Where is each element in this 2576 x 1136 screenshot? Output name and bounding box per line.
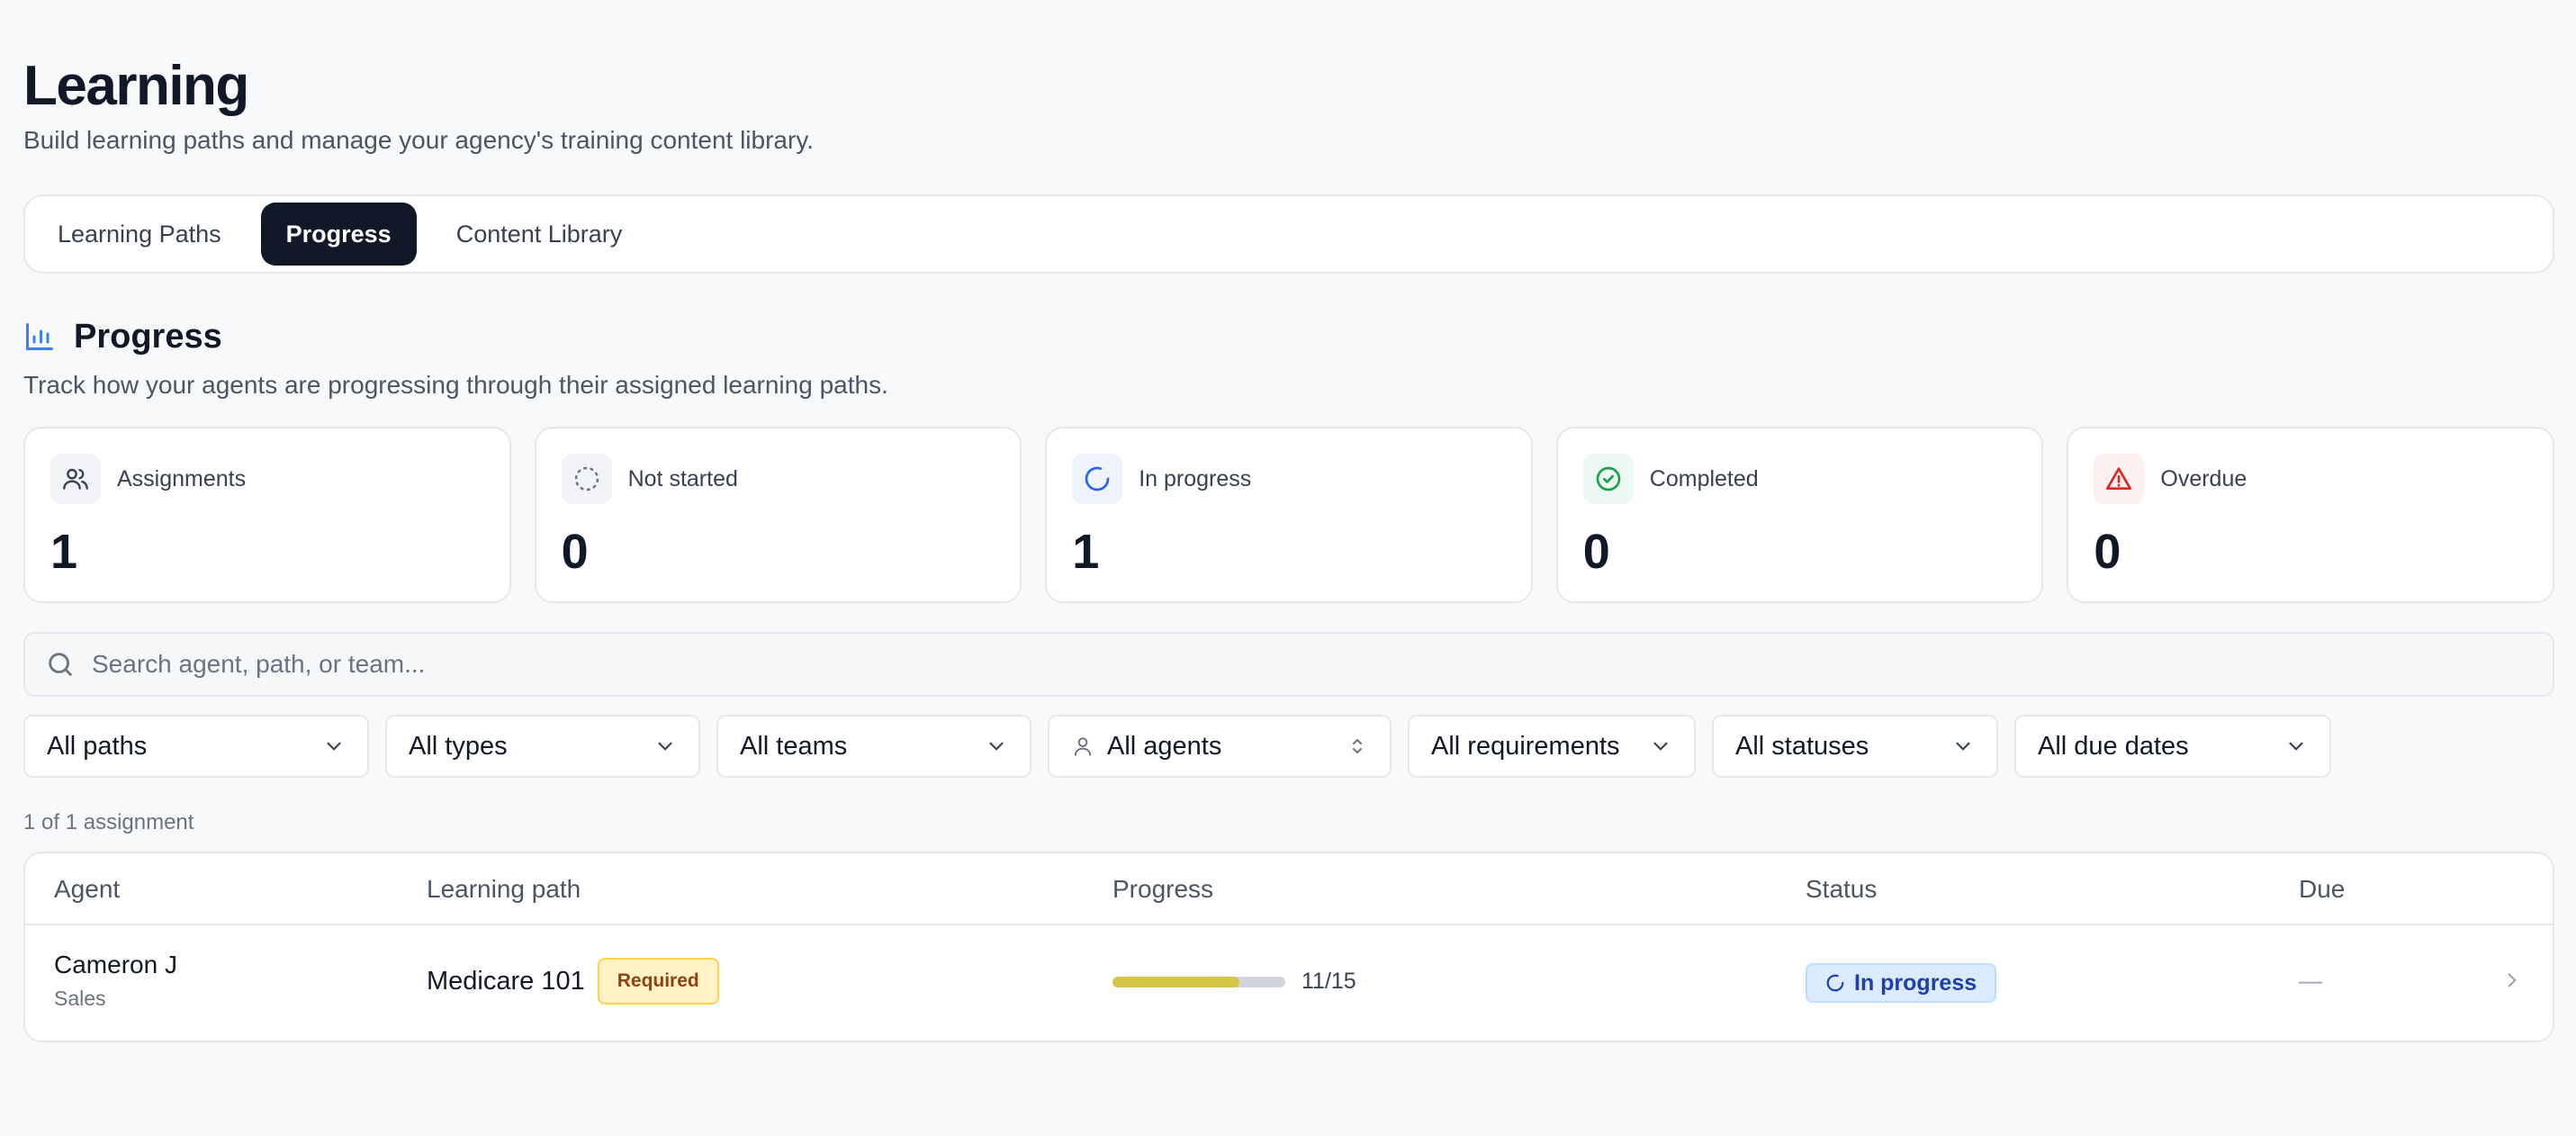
stat-card-overdue: Overdue 0 bbox=[2067, 427, 2554, 603]
page-subtitle: Build learning paths and manage your age… bbox=[23, 126, 815, 154]
chevron-down-icon bbox=[1649, 735, 1672, 758]
filter-due-dates-select[interactable]: All due dates bbox=[2014, 715, 2331, 778]
agent-team: Sales bbox=[54, 987, 106, 1010]
spinner-icon bbox=[1825, 973, 1845, 993]
stat-label: Not started bbox=[627, 465, 738, 491]
agent-name: Cameron J bbox=[54, 951, 177, 978]
stat-value: 0 bbox=[1582, 525, 1610, 579]
chevron-down-icon bbox=[2284, 735, 2308, 758]
learning-path-name: Medicare 101 bbox=[427, 966, 585, 996]
filter-teams-select[interactable]: All teams bbox=[716, 715, 1031, 778]
stats-row: Assignments 1 Not started 0 In progress … bbox=[23, 427, 2554, 603]
search-bar[interactable] bbox=[23, 632, 2554, 697]
filter-label: All statuses bbox=[1735, 731, 1869, 761]
agent-cell: Cameron J Sales bbox=[54, 951, 177, 1011]
filter-label: All teams bbox=[740, 731, 848, 761]
warning-triangle-icon bbox=[2094, 454, 2145, 504]
filter-agents-combobox[interactable]: All agents bbox=[1048, 715, 1392, 778]
tab-content-library[interactable]: Content Library bbox=[431, 203, 648, 266]
due-date: — bbox=[2299, 967, 2322, 994]
filter-label: All types bbox=[409, 731, 508, 761]
learning-path-cell: Medicare 101 Required bbox=[427, 958, 719, 1005]
section-header: Progress bbox=[23, 317, 2554, 356]
progress-cell: 11/15 bbox=[1112, 969, 1356, 995]
bar-chart-icon bbox=[23, 320, 56, 353]
stat-label: Completed bbox=[1649, 465, 1759, 491]
stat-value: 1 bbox=[1072, 525, 1100, 579]
status-badge: In progress bbox=[1806, 963, 1997, 1003]
required-badge: Required bbox=[597, 958, 719, 1005]
column-header-status: Status bbox=[1806, 875, 1878, 903]
stat-value: 1 bbox=[50, 525, 78, 579]
spinner-icon bbox=[1072, 454, 1123, 504]
table-header: Agent Learning path Progress Status Due bbox=[25, 853, 2553, 925]
section-title: Progress bbox=[74, 317, 222, 356]
chevron-down-icon bbox=[322, 735, 346, 758]
page-title: Learning bbox=[23, 55, 249, 117]
stat-card-assignments: Assignments 1 bbox=[23, 427, 511, 603]
filter-statuses-select[interactable]: All statuses bbox=[1712, 715, 1998, 778]
stat-label: Assignments bbox=[117, 465, 247, 491]
progress-text: 11/15 bbox=[1302, 969, 1356, 994]
filter-row: All paths All types All teams All agents… bbox=[23, 715, 2554, 778]
assignments-table: Agent Learning path Progress Status Due … bbox=[23, 852, 2554, 1042]
stat-card-not-started: Not started 0 bbox=[534, 427, 1022, 603]
search-icon bbox=[45, 649, 76, 680]
stat-value: 0 bbox=[561, 525, 589, 579]
check-circle-icon bbox=[1582, 454, 1634, 504]
user-icon bbox=[1071, 735, 1094, 758]
chevron-down-icon bbox=[653, 735, 677, 758]
chevron-down-icon bbox=[1951, 735, 1975, 758]
column-header-learning-path: Learning path bbox=[427, 875, 581, 903]
users-icon bbox=[50, 454, 101, 504]
tab-bar: Learning Paths Progress Content Library bbox=[23, 194, 2554, 274]
status-label: In progress bbox=[1854, 969, 1977, 996]
search-input[interactable] bbox=[92, 650, 2522, 679]
progress-bar-fill bbox=[1112, 976, 1239, 987]
filter-paths-select[interactable]: All paths bbox=[23, 715, 369, 778]
dashed-circle-icon bbox=[561, 454, 612, 504]
tab-progress[interactable]: Progress bbox=[260, 203, 417, 266]
progress-bar bbox=[1112, 976, 1285, 987]
status-cell: In progress bbox=[1806, 963, 1997, 1003]
filter-requirements-select[interactable]: All requirements bbox=[1408, 715, 1696, 778]
section-subtitle: Track how your agents are progressing th… bbox=[23, 371, 888, 399]
stat-card-in-progress: In progress 1 bbox=[1045, 427, 1533, 603]
stat-card-completed: Completed 0 bbox=[1555, 427, 2044, 603]
chevron-right-icon[interactable] bbox=[2500, 969, 2524, 992]
column-header-progress: Progress bbox=[1112, 875, 1214, 903]
stat-label: In progress bbox=[1139, 465, 1252, 491]
tab-learning-paths[interactable]: Learning Paths bbox=[32, 203, 247, 266]
filter-label: All paths bbox=[47, 731, 148, 761]
column-header-due: Due bbox=[2299, 875, 2346, 903]
filter-label: All requirements bbox=[1431, 731, 1620, 761]
chevron-down-icon bbox=[985, 735, 1008, 758]
filter-label: All due dates bbox=[2038, 731, 2189, 761]
page: Learning Build learning paths and manage… bbox=[23, 54, 2554, 1042]
stat-label: Overdue bbox=[2160, 465, 2247, 491]
result-count: 1 of 1 assignment bbox=[23, 810, 194, 834]
table-row[interactable]: Cameron J Sales Medicare 101 Required 11… bbox=[25, 925, 2553, 1041]
filter-label: All agents bbox=[1107, 731, 1222, 761]
column-header-agent: Agent bbox=[54, 875, 121, 903]
filter-types-select[interactable]: All types bbox=[385, 715, 700, 778]
stat-value: 0 bbox=[2094, 525, 2121, 579]
chevrons-up-down-icon bbox=[1347, 735, 1368, 757]
